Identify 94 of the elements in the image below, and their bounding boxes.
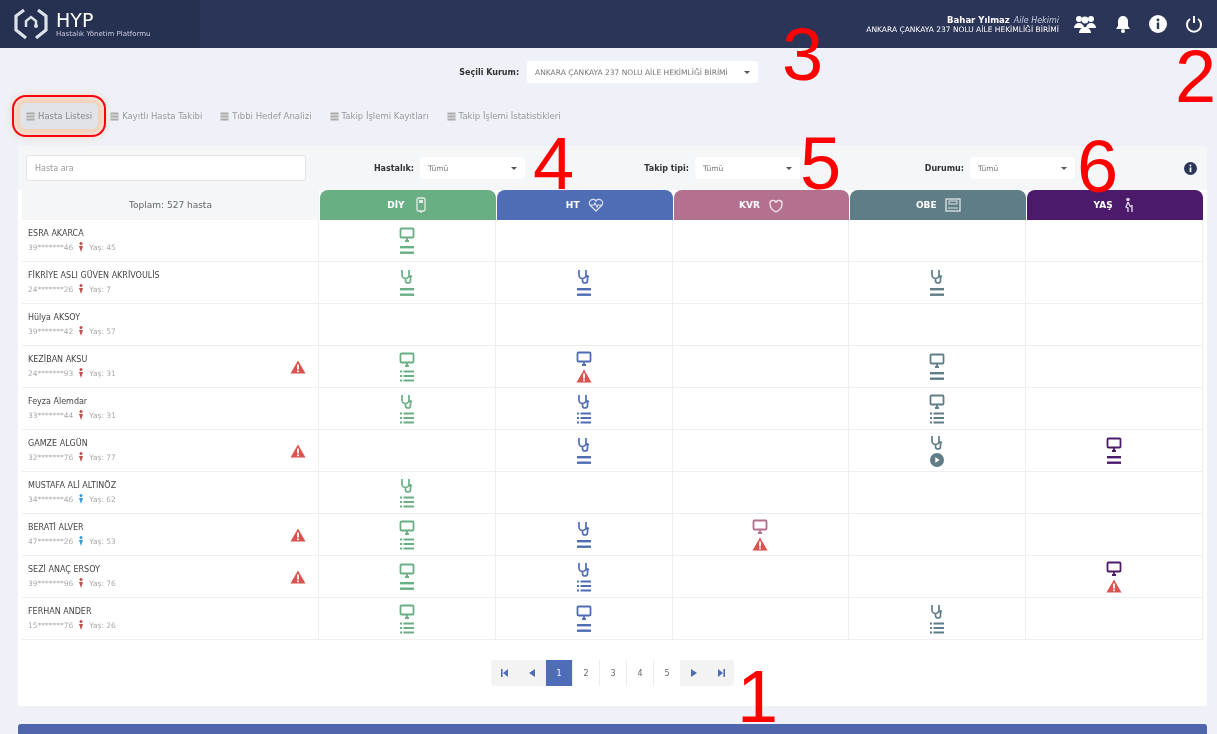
power-icon[interactable] bbox=[1185, 15, 1203, 33]
stethoscope-icon bbox=[575, 393, 592, 410]
filter-label: Durumu: bbox=[924, 163, 964, 173]
tab-icon bbox=[110, 111, 120, 121]
users-icon[interactable] bbox=[1073, 15, 1097, 33]
equals-icon bbox=[576, 454, 591, 465]
list-icon bbox=[399, 411, 414, 424]
equals-icon bbox=[930, 286, 945, 297]
monitor-icon bbox=[398, 562, 415, 579]
page-button[interactable]: 3 bbox=[599, 660, 626, 686]
patient-name[interactable]: Hülya AKSOY bbox=[28, 313, 312, 322]
column-icon bbox=[587, 197, 604, 213]
info-icon[interactable] bbox=[1184, 161, 1197, 175]
page-button[interactable]: 4 bbox=[626, 660, 653, 686]
warning-icon bbox=[1106, 578, 1123, 593]
warning-icon bbox=[290, 569, 306, 584]
patient-name[interactable]: SEZİ ANAÇ ERSOY bbox=[28, 565, 290, 574]
stethoscope-icon bbox=[398, 477, 415, 494]
filter-label: Takip tipi: bbox=[644, 163, 689, 173]
equals-icon bbox=[399, 286, 414, 297]
list-icon bbox=[930, 411, 945, 424]
equals-icon bbox=[399, 580, 414, 591]
patient-name[interactable]: KEZİBAN AKSU bbox=[28, 355, 290, 364]
total-count: Toplam: 527 hasta bbox=[22, 190, 319, 220]
patient-name[interactable]: FERHAN ANDER bbox=[28, 607, 312, 616]
column-header[interactable]: KVR bbox=[673, 190, 850, 220]
monitor-icon bbox=[929, 393, 946, 410]
column-icon bbox=[767, 197, 784, 213]
logo-icon bbox=[12, 7, 50, 41]
monitor-icon bbox=[752, 518, 769, 535]
patient-name[interactable]: FİKRİYE ASLI GÜVEN AKRİVOULİS bbox=[28, 271, 312, 280]
page-button[interactable]: 2 bbox=[572, 660, 599, 686]
page-button[interactable]: 1 bbox=[545, 660, 572, 686]
callout-number: 1 bbox=[737, 660, 779, 734]
stethoscope-icon bbox=[575, 268, 592, 285]
equals-icon bbox=[576, 622, 591, 633]
warning-icon bbox=[575, 368, 592, 383]
monitor-icon bbox=[398, 226, 415, 243]
warning-icon bbox=[290, 443, 306, 458]
list-icon bbox=[399, 369, 414, 382]
monitor-icon bbox=[1106, 436, 1123, 453]
user-role: Aile Hekimi bbox=[1013, 15, 1059, 25]
equals-icon bbox=[576, 286, 591, 297]
warning-icon bbox=[290, 527, 306, 542]
monitor-icon bbox=[1106, 560, 1123, 577]
monitor-icon bbox=[575, 604, 592, 621]
list-icon bbox=[576, 579, 591, 592]
tab-icon bbox=[220, 111, 230, 121]
tab-icon bbox=[446, 111, 456, 121]
brand-name: HYP bbox=[56, 10, 94, 30]
info-icon[interactable] bbox=[1149, 15, 1167, 33]
monitor-icon bbox=[929, 352, 946, 369]
list-icon bbox=[399, 537, 414, 550]
previous-page-icon bbox=[527, 669, 536, 677]
monitor-icon bbox=[398, 519, 415, 536]
first-page-icon bbox=[500, 669, 509, 677]
list-icon bbox=[399, 495, 414, 508]
warning-icon bbox=[752, 536, 769, 551]
patient-name[interactable]: Feyza Alemdar bbox=[28, 397, 312, 406]
bell-icon[interactable] bbox=[1115, 15, 1131, 33]
column-icon bbox=[944, 197, 961, 213]
list-icon bbox=[930, 621, 945, 634]
user-name: Bahar Yılmaz bbox=[947, 14, 1010, 25]
list-icon bbox=[576, 411, 591, 424]
page-button[interactable]: 5 bbox=[653, 660, 680, 686]
patient-name[interactable]: ESRA AKARCA bbox=[28, 229, 312, 238]
stethoscope-icon bbox=[398, 393, 415, 410]
patient-name[interactable]: GAMZE ALGÜN bbox=[28, 439, 290, 448]
equals-icon bbox=[576, 538, 591, 549]
warning-icon bbox=[290, 359, 306, 374]
institution-label: Seçili Kurum: bbox=[459, 67, 520, 77]
equals-icon bbox=[399, 244, 414, 255]
play-icon bbox=[930, 452, 945, 467]
patient-name[interactable]: MUSTAFA ALİ ALTINÖZ bbox=[28, 481, 312, 490]
tab-icon bbox=[329, 111, 339, 121]
callout-number: 2 bbox=[1175, 40, 1217, 114]
column-header[interactable]: OBE bbox=[850, 190, 1027, 220]
equals-icon bbox=[930, 370, 945, 381]
filter-label: Hastalık: bbox=[373, 163, 414, 173]
column-header[interactable]: HT bbox=[496, 190, 673, 220]
last-page-icon bbox=[716, 669, 725, 677]
patient-name[interactable]: BERATİ ALVER bbox=[28, 523, 290, 532]
search-field[interactable]: Hasta ara bbox=[26, 155, 306, 181]
stethoscope-icon bbox=[575, 436, 592, 453]
list-icon bbox=[399, 621, 414, 634]
stethoscope-icon bbox=[575, 561, 592, 578]
stethoscope-icon bbox=[575, 520, 592, 537]
next-page-icon bbox=[689, 669, 698, 677]
equals-icon bbox=[1107, 454, 1122, 465]
monitor-icon bbox=[398, 603, 415, 620]
tab-icon bbox=[26, 111, 35, 121]
monitor-icon bbox=[575, 350, 592, 367]
monitor-icon bbox=[398, 351, 415, 368]
stethoscope-icon bbox=[398, 268, 415, 285]
